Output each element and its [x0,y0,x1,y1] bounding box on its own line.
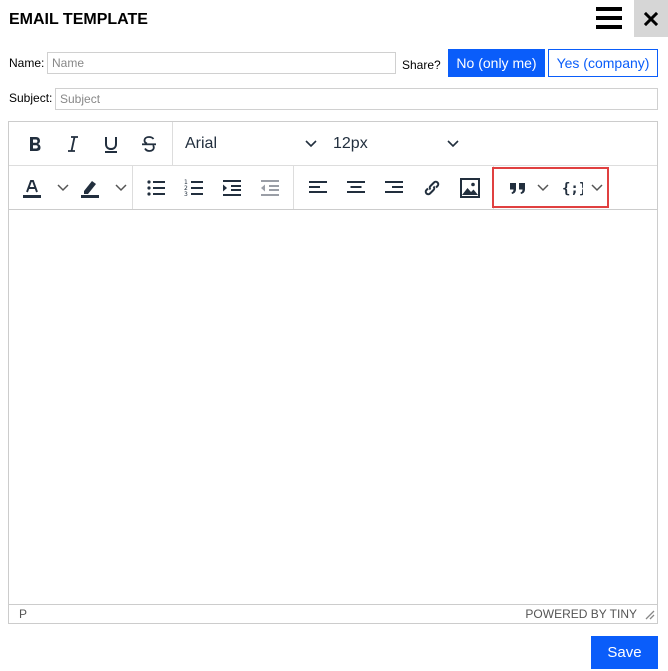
editor-statusbar: P POWERED BY TINY [9,604,657,623]
indent-button[interactable] [218,174,246,202]
outdent-icon [261,180,279,196]
highlighter-icon [81,181,99,198]
toolbar-row-1: Arial 12px [9,122,657,166]
editor-content-area[interactable] [9,211,657,604]
name-input[interactable] [47,52,396,74]
align-left-icon [309,181,327,193]
element-path[interactable]: P [19,607,27,621]
strikethrough-icon [142,136,156,152]
code-braces-icon: {;} [562,181,583,197]
numbered-list-button[interactable]: 1 2 3 [180,174,208,202]
name-label: Name: [9,56,45,70]
resize-handle-icon[interactable] [643,608,655,620]
svg-text:{;}: {;} [562,181,583,197]
align-right-button[interactable] [380,174,408,202]
align-center-button[interactable] [342,174,370,202]
outdent-button[interactable] [256,174,284,202]
insert-link-button[interactable] [418,174,446,202]
subject-input[interactable] [55,88,658,110]
align-left-button[interactable] [304,174,332,202]
align-right-icon [385,181,403,193]
strikethrough-button[interactable] [135,130,163,158]
chevron-down-icon [447,140,459,148]
dialog-title: EMAIL TEMPLATE [9,11,148,28]
italic-button[interactable] [59,130,87,158]
code-sample-button[interactable]: {;} [559,174,605,202]
subject-label: Subject: [9,91,53,105]
blockquote-button[interactable] [507,174,551,202]
font-family-dropdown[interactable]: Arial [177,130,325,158]
link-icon [424,180,440,196]
font-size-value: 12px [333,135,368,152]
underline-icon [105,137,117,153]
bold-icon [30,137,41,151]
svg-text:3: 3 [184,191,188,198]
rich-text-editor: Arial 12px 1 2 3 {; P POWERED BY TINY [8,121,658,624]
save-button[interactable]: Save [591,636,658,669]
bold-button[interactable] [21,130,49,158]
image-icon [460,178,480,198]
chevron-down-icon [591,184,603,192]
menu-icon[interactable] [593,5,625,32]
toolbar-row-2: 1 2 3 {; [9,166,657,210]
close-button[interactable] [634,0,668,37]
chevron-down-icon [537,184,549,192]
bullet-list-button[interactable] [142,174,170,202]
chevron-down-icon [57,184,69,192]
close-icon [644,11,658,26]
chevron-down-icon [305,140,317,148]
insert-image-button[interactable] [456,174,484,202]
font-family-value: Arial [185,135,218,152]
indent-icon [223,180,241,196]
share-yes-button[interactable]: Yes (company) [548,49,658,77]
bullet-list-icon [147,180,165,196]
powered-by-link[interactable]: POWERED BY TINY [525,607,637,621]
italic-icon [68,136,78,152]
numbered-list-icon: 1 2 3 [184,179,203,198]
chevron-down-icon [115,184,127,192]
underline-button[interactable] [97,130,125,158]
quote-icon [510,183,525,194]
font-size-dropdown[interactable]: 12px [325,130,467,158]
share-no-button[interactable]: No (only me) [448,49,545,77]
highlight-color-button[interactable] [77,174,129,202]
share-label: Share? [402,58,441,72]
text-color-icon [23,180,41,198]
text-color-button[interactable] [19,174,71,202]
align-center-icon [347,181,365,193]
